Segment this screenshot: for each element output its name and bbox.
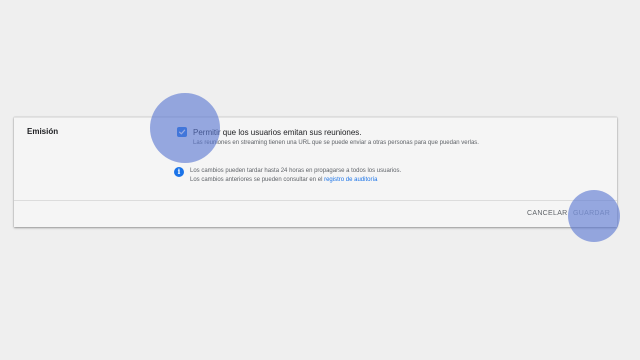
save-button[interactable]: GUARDAR: [573, 210, 610, 217]
panel-footer: CANCELAR GUARDAR: [14, 200, 617, 228]
section-label: Emisión: [27, 127, 59, 136]
allow-streaming-label[interactable]: Permitir que los usuarios emitan sus reu…: [193, 128, 362, 137]
allow-streaming-checkbox[interactable]: [177, 127, 187, 137]
info-text-audit-prefix: Los cambios anteriores se pueden consult…: [190, 177, 325, 183]
audit-log-link[interactable]: registro de auditoría: [324, 177, 377, 183]
info-text-propagation: Los cambios pueden tardar hasta 24 horas…: [190, 168, 402, 174]
info-icon: i: [174, 167, 184, 177]
check-icon: [178, 129, 186, 135]
info-text-audit: Los cambios anteriores se pueden consult…: [190, 177, 377, 183]
panel-divider: [14, 117, 617, 118]
allow-streaming-description: Las reuniones en streaming tienen una UR…: [193, 140, 479, 146]
settings-panel: Emisión Permitir que los usuarios emitan…: [14, 117, 617, 227]
cancel-button[interactable]: CANCELAR: [527, 210, 568, 217]
